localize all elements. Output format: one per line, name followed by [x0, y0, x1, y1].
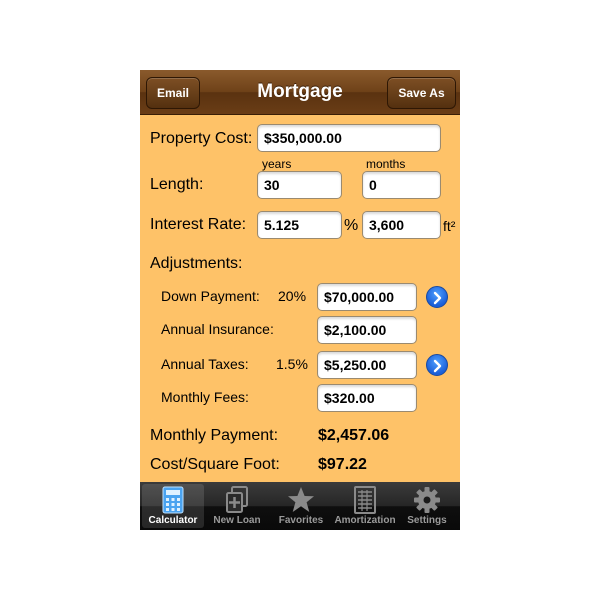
years-field[interactable]: 30 [257, 171, 342, 199]
email-button[interactable]: Email [146, 77, 200, 109]
tab-new-loan[interactable]: New Loan [206, 484, 268, 528]
tab-label: Favorites [278, 515, 324, 526]
adjustments-label: Adjustments: [150, 255, 243, 272]
new-loan-icon [226, 486, 248, 513]
annual-insurance-label: Annual Insurance: [161, 321, 274, 337]
cost-per-square-foot-label: Cost/Square Foot: [150, 456, 280, 473]
chevron-right-icon [433, 359, 442, 373]
monthly-fees-field[interactable]: $320.00 [317, 384, 417, 412]
percent-sign: % [344, 217, 359, 234]
monthly-payment-value: $2,457.06 [318, 427, 390, 444]
navigation-bar: Mortgage Email Save As [140, 70, 460, 115]
cost-per-square-foot-value: $97.22 [318, 456, 367, 473]
down-payment-label: Down Payment: [161, 288, 260, 304]
star-icon [288, 487, 314, 512]
years-label: years [262, 157, 292, 171]
tab-label: Amortization [334, 515, 396, 526]
annual-insurance-field[interactable]: $2,100.00 [317, 316, 417, 344]
annual-taxes-label: Annual Taxes: [161, 356, 249, 372]
chevron-right-icon [433, 291, 442, 305]
tab-settings[interactable]: Settings [396, 484, 458, 528]
length-label: Length: [150, 176, 204, 193]
square-footage-field[interactable]: 3,600 [362, 211, 441, 239]
tab-label: Settings [407, 515, 447, 526]
annual-taxes-percent: 1.5% [276, 356, 308, 372]
gear-icon [414, 487, 440, 513]
tab-bar: Calculator New Loan Favorites Amortizati… [140, 482, 460, 530]
monthly-fees-label: Monthly Fees: [161, 389, 249, 405]
amortization-icon [354, 486, 376, 514]
monthly-payment-label: Monthly Payment: [150, 427, 279, 444]
down-payment-field[interactable]: $70,000.00 [317, 283, 417, 311]
interest-rate-label: Interest Rate: [150, 216, 247, 233]
down-payment-detail-button[interactable] [426, 286, 448, 308]
property-cost-field[interactable]: $350,000.00 [257, 124, 441, 152]
save-as-button[interactable]: Save As [387, 77, 456, 109]
app-screen: Mortgage Email Save As Property Cost: $3… [140, 70, 460, 530]
months-field[interactable]: 0 [362, 171, 441, 199]
tab-calculator[interactable]: Calculator [142, 484, 204, 528]
tab-label: New Loan [213, 515, 261, 526]
annual-taxes-detail-button[interactable] [426, 354, 448, 376]
annual-taxes-field[interactable]: $5,250.00 [317, 351, 417, 379]
months-label: months [366, 157, 406, 171]
tab-label: Calculator [148, 515, 198, 526]
tab-amortization[interactable]: Amortization [334, 484, 396, 528]
tab-favorites[interactable]: Favorites [270, 484, 332, 528]
interest-rate-field[interactable]: 5.125 [257, 211, 342, 239]
calculator-icon [162, 486, 184, 514]
down-payment-percent: 20% [278, 288, 307, 304]
property-cost-label: Property Cost: [150, 130, 253, 147]
area-unit: ft² [443, 218, 456, 234]
